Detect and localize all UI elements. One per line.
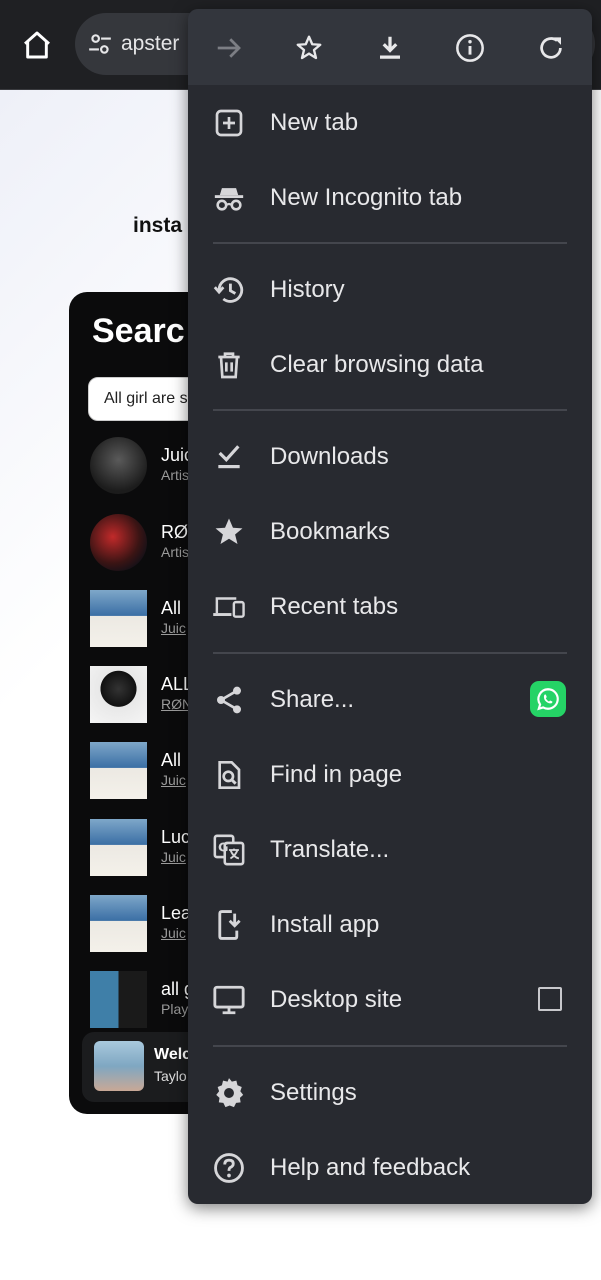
menu-item-clear-browsing-data[interactable]: Clear browsing data <box>188 328 592 400</box>
trash-icon <box>218 352 240 379</box>
result-subtitle: Artis <box>161 467 189 483</box>
menu-item-label: Find in page <box>270 761 403 788</box>
gear-icon <box>216 1078 244 1108</box>
menu-item-new-incognito-tab[interactable]: New Incognito tab <box>188 161 592 233</box>
result-title: Lea <box>161 903 192 923</box>
translate-icon: G <box>213 834 245 866</box>
menu-item-settings[interactable]: Settings <box>188 1056 592 1128</box>
menu-item-install-app[interactable]: Install app <box>188 888 592 960</box>
result-title: All <box>161 750 182 770</box>
menu-item-label: New Incognito tab <box>270 184 463 211</box>
menu-divider <box>213 1045 567 1047</box>
now-playing-title: Welc <box>154 1046 192 1063</box>
menu-item-recent-tabs[interactable]: Recent tabs <box>188 570 592 642</box>
menu-item-label: Downloads <box>270 443 389 470</box>
result-subtitle[interactable]: Juic <box>161 620 186 636</box>
info-icon <box>456 34 484 62</box>
menu-item-label: New tab <box>270 109 359 136</box>
result-subtitle[interactable]: Juic <box>161 772 186 788</box>
help-icon <box>214 1153 244 1183</box>
menu-item-label: Desktop site <box>270 986 403 1013</box>
result-subtitle: Play <box>161 1001 189 1017</box>
artist-avatar <box>90 514 147 571</box>
new-tab-icon <box>215 109 243 137</box>
menu-item-translate[interactable]: G Translate... <box>188 813 592 885</box>
result-subtitle[interactable]: Juic <box>161 849 186 865</box>
star-icon <box>215 518 243 545</box>
result-title: Luc <box>161 827 191 847</box>
search-input-value: All girl are s <box>104 390 188 407</box>
reload-icon <box>540 37 562 59</box>
forward-icon <box>217 38 241 58</box>
menu-item-label: Share... <box>270 686 355 713</box>
menu-divider <box>213 242 567 244</box>
playlist-collage <box>90 971 147 1028</box>
whatsapp-icon <box>537 688 559 711</box>
menu-item-label: Install app <box>270 911 380 938</box>
downloads-icon <box>218 445 240 469</box>
menu-item-find-in-page[interactable]: Find in page <box>188 738 592 810</box>
devices-icon <box>213 597 245 618</box>
result-subtitle: Artis <box>161 544 189 560</box>
menu-item-bookmarks[interactable]: Bookmarks <box>188 495 592 567</box>
svg-text:G: G <box>218 840 228 855</box>
download-icon <box>380 36 400 59</box>
artist-avatar <box>90 437 147 494</box>
whatsapp-share-button[interactable] <box>530 681 566 717</box>
result-subtitle[interactable]: Juic <box>161 925 186 941</box>
bookmark-star-icon <box>296 35 322 60</box>
bookmark-button[interactable] <box>288 27 330 69</box>
history-icon <box>213 277 244 303</box>
home-button[interactable] <box>14 22 60 68</box>
menu-item-label: Bookmarks <box>270 518 391 545</box>
menu-item-history[interactable]: History <box>188 253 592 325</box>
album-art <box>90 895 147 952</box>
page-info-button[interactable] <box>449 27 491 69</box>
browser-overflow-menu: New tab New Incognito tab History Clear … <box>188 9 592 1204</box>
install-heading: insta <box>133 214 183 237</box>
site-settings-icon[interactable] <box>87 31 113 57</box>
menu-item-label: Translate... <box>270 836 390 863</box>
menu-item-label: Settings <box>270 1079 357 1106</box>
share-icon <box>217 686 241 714</box>
menu-item-label: Help and feedback <box>270 1154 471 1181</box>
album-art <box>90 590 147 647</box>
menu-item-help-and-feedback[interactable]: Help and feedback <box>188 1131 592 1203</box>
menu-header-actions <box>188 9 592 85</box>
menu-item-downloads[interactable]: Downloads <box>188 420 592 492</box>
menu-item-label: Recent tabs <box>270 593 399 620</box>
album-art <box>90 819 147 876</box>
now-playing-artist: Taylo <box>154 1068 187 1084</box>
menu-item-share[interactable]: Share... <box>188 663 592 735</box>
album-art <box>90 666 147 723</box>
menu-item-label: Clear browsing data <box>270 351 484 378</box>
desktop-icon <box>213 985 245 1015</box>
menu-item-new-tab[interactable]: New tab <box>188 86 592 158</box>
find-icon <box>218 761 241 789</box>
download-page-button[interactable] <box>369 27 411 69</box>
install-icon <box>218 910 241 940</box>
result-title: All <box>161 598 182 618</box>
album-art <box>90 742 147 799</box>
home-icon <box>24 31 50 59</box>
result-title: RØ <box>161 522 188 542</box>
menu-item-label: History <box>270 276 345 303</box>
menu-divider <box>213 409 567 411</box>
reload-button[interactable] <box>530 27 572 69</box>
menu-item-desktop-site[interactable]: Desktop site <box>188 963 592 1035</box>
search-heading: Searc <box>92 312 185 350</box>
now-playing-art <box>94 1041 144 1091</box>
incognito-icon <box>214 188 244 211</box>
menu-divider <box>213 652 567 654</box>
desktop-site-checkbox[interactable] <box>538 987 562 1011</box>
forward-button[interactable] <box>208 27 250 69</box>
